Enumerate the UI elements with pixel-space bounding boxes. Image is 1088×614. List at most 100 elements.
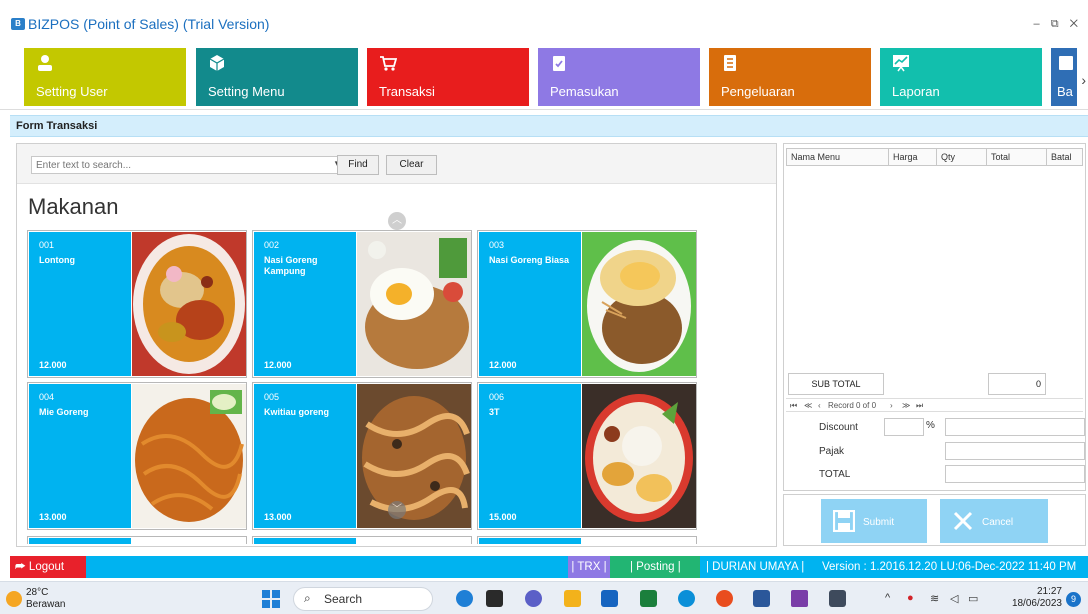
volume-icon[interactable]: ◁	[950, 592, 958, 605]
window-title: BIZPOS (Point of Sales) (Trial Version)	[28, 16, 270, 32]
taskbar-search[interactable]: ⌕ Search	[293, 587, 433, 611]
logout-icon: ⮫	[15, 561, 26, 573]
window-controls[interactable]: – ⧉ ✕	[1034, 18, 1082, 31]
chart-icon	[893, 55, 909, 72]
weather-temperature: 28°C	[26, 587, 49, 598]
store-icon[interactable]	[640, 590, 657, 607]
menu-code: 003	[489, 240, 505, 250]
ribbon-scroll-right-icon[interactable]: ›	[1081, 72, 1086, 88]
chrome-icon[interactable]	[716, 590, 733, 607]
mail-icon[interactable]	[601, 590, 618, 607]
tax-input[interactable]	[945, 442, 1085, 460]
tile-setting-user[interactable]: Setting User	[24, 48, 186, 106]
app-logo-icon: B	[11, 18, 25, 30]
discount-label: Discount	[819, 422, 858, 433]
menu-code: 006	[489, 392, 505, 402]
column-header-batal[interactable]: Batal	[1051, 152, 1072, 162]
menu-price: 12.000	[489, 360, 517, 370]
logout-label: Logout	[28, 561, 65, 573]
column-header-nama-menu[interactable]: Nama Menu	[791, 152, 840, 162]
edge-icon[interactable]	[678, 590, 695, 607]
tile-setting-menu[interactable]: Setting Menu	[196, 48, 358, 106]
column-header-harga[interactable]: Harga	[893, 152, 918, 162]
menu-price: 12.000	[264, 360, 292, 370]
record-status: Record 0 of 0	[828, 401, 877, 410]
antivirus-tray-icon[interactable]: ●	[907, 592, 914, 604]
last-record-icon[interactable]: ⏭	[916, 401, 923, 411]
tile-backup[interactable]: Ba	[1051, 48, 1077, 106]
menu-card[interactable]: 001 Lontong 12.000	[27, 230, 247, 378]
taskbar-search-label: Search	[324, 592, 363, 606]
status-user: | DURIAN UMAYA |	[706, 561, 805, 573]
search-input[interactable]	[32, 157, 322, 173]
search-icon: ⌕	[304, 591, 311, 605]
notification-badge[interactable]: 9	[1066, 592, 1081, 607]
first-record-icon[interactable]: ⏮	[790, 401, 797, 411]
file-explorer-icon[interactable]	[564, 590, 581, 607]
menu-card[interactable]	[477, 536, 697, 544]
menu-card[interactable]: 002 Nasi Goreng Kampung 12.000	[252, 230, 472, 378]
tile-label: Transaksi	[379, 84, 435, 99]
battery-icon[interactable]: ▭	[968, 592, 978, 605]
wifi-icon[interactable]: ≋	[930, 592, 939, 605]
search-combobox[interactable]: ▼	[31, 156, 345, 174]
logout-button[interactable]: ⮫ Logout	[10, 556, 86, 578]
bizpos-taskbar-icon[interactable]	[829, 590, 846, 607]
menu-card-info: 005 Kwitiau goreng 13.000	[254, 384, 356, 528]
submit-label: Submit	[863, 517, 895, 528]
tile-label: Laporan	[892, 84, 940, 99]
column-header-total[interactable]: Total	[991, 152, 1010, 162]
menu-card[interactable]: 006 3T 15.000	[477, 382, 697, 530]
scroll-down-icon[interactable]: ﹀	[388, 501, 406, 519]
prev-record-icon[interactable]: ‹	[818, 401, 821, 410]
next-record-icon[interactable]: ›	[890, 401, 893, 410]
menu-card-info: 006 3T 15.000	[479, 384, 581, 528]
menu-card-info: 001 Lontong 12.000	[29, 232, 131, 376]
os-taskbar: 28°C Berawan ⌕ Search ^ ● ≋ ◁ ▭ 21:27 18…	[0, 581, 1088, 614]
cart-icon	[380, 56, 397, 71]
tile-transaksi[interactable]: Transaksi	[367, 48, 529, 106]
menu-name: Lontong	[39, 255, 75, 265]
submit-button[interactable]: Submit	[821, 499, 927, 543]
menu-card[interactable]	[252, 536, 472, 544]
tray-overflow-icon[interactable]: ^	[885, 592, 890, 604]
cancel-label: Cancel	[982, 517, 1014, 528]
cancel-button[interactable]: Cancel	[940, 499, 1048, 543]
next-page-icon[interactable]: ≫	[902, 401, 910, 410]
menu-name: Mie Goreng	[39, 407, 89, 417]
box-icon	[209, 55, 225, 71]
bing-icon[interactable]	[456, 590, 473, 607]
chat-icon[interactable]	[525, 590, 542, 607]
task-view-icon[interactable]	[486, 590, 503, 607]
tile-label: Ba	[1057, 84, 1073, 99]
weather-condition: Berawan	[26, 599, 66, 610]
column-header-qty[interactable]: Qty	[941, 152, 955, 162]
menu-card[interactable]: 004 Mie Goreng 13.000	[27, 382, 247, 530]
menu-card[interactable]: 005 Kwitiau goreng 13.000	[252, 382, 472, 530]
tile-pengeluaran[interactable]: Pengeluaran	[709, 48, 871, 106]
scroll-up-icon[interactable]: ︿	[388, 212, 406, 230]
total-input[interactable]	[945, 465, 1085, 483]
record-navigator: ⏮ ≪ ‹ Record 0 of 0 › ≫ ⏭	[786, 398, 1083, 412]
weather-cloud-icon[interactable]	[6, 591, 22, 607]
prev-page-icon[interactable]: ≪	[804, 401, 812, 410]
menu-card[interactable]: 003 Nasi Goreng Biasa 12.000	[477, 230, 697, 378]
clear-button[interactable]: Clear	[386, 155, 437, 175]
find-button[interactable]: Find	[337, 155, 379, 175]
kwitiau-goreng-photo	[357, 384, 471, 528]
network-app-icon[interactable]	[791, 590, 808, 607]
menu-code: 001	[39, 240, 55, 250]
windows-start-icon[interactable]	[262, 590, 280, 608]
menu-name: 3T	[489, 407, 500, 417]
menu-name: Nasi Goreng Kampung	[264, 255, 318, 276]
weather-widget[interactable]: 28°C Berawan	[26, 587, 65, 611]
tile-laporan[interactable]: Laporan	[880, 48, 1042, 106]
discount-percent-input[interactable]	[884, 418, 924, 436]
subtotal-label: SUB TOTAL	[788, 373, 884, 395]
tile-pemasukan[interactable]: Pemasukan	[538, 48, 700, 106]
discount-amount-input[interactable]	[945, 418, 1085, 436]
menu-card[interactable]	[27, 536, 247, 544]
taskbar-clock[interactable]: 21:27 18/06/2023	[1002, 586, 1062, 610]
menu-catalog-panel: ▼ Find Clear Makanan ︿ 001 Lontong 12.00…	[16, 143, 777, 547]
word-icon[interactable]	[753, 590, 770, 607]
